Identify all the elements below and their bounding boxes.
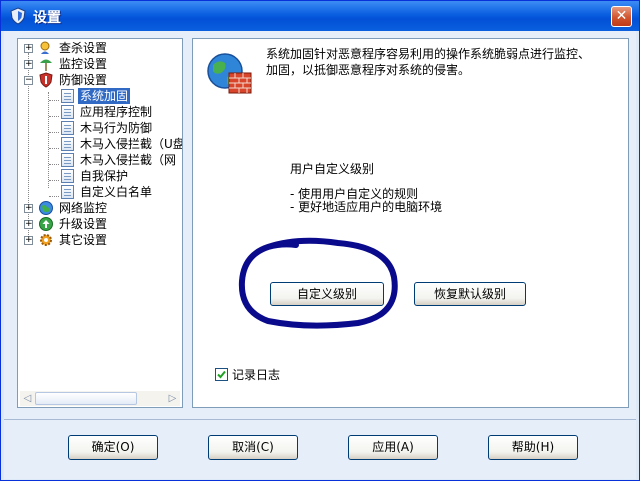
settings-window: 设置 ✕ + 查杀设置 + 监控设置 − 防御设置 系统加固 应用程序控制 木马… bbox=[0, 0, 640, 481]
level-title: 用户自定义级别 bbox=[290, 162, 375, 176]
dialog-body: + 查杀设置 + 监控设置 − 防御设置 系统加固 应用程序控制 木马行为防御 … bbox=[4, 31, 636, 479]
tree-item-trojan-behavior[interactable]: 木马行为防御 bbox=[18, 120, 182, 136]
settings-tree[interactable]: + 查杀设置 + 监控设置 − 防御设置 系统加固 应用程序控制 木马行为防御 … bbox=[17, 38, 183, 408]
tree-item-label: 升级设置 bbox=[59, 217, 108, 231]
collapse-icon[interactable]: − bbox=[24, 76, 33, 85]
ok-button[interactable]: 确定(O) bbox=[68, 435, 158, 460]
title-bar[interactable]: 设置 ✕ bbox=[1, 1, 639, 31]
other-settings-icon bbox=[40, 234, 52, 246]
level-bullet: - 更好地适应用户的电脑环境 bbox=[290, 200, 443, 214]
scroll-right-icon[interactable]: ▷ bbox=[165, 391, 180, 406]
expand-icon[interactable]: + bbox=[24, 204, 33, 213]
expand-icon[interactable]: + bbox=[24, 44, 33, 53]
expand-icon[interactable]: + bbox=[24, 60, 33, 69]
firewall-globe-icon bbox=[207, 53, 252, 94]
page-icon bbox=[61, 185, 74, 199]
custom-level-button[interactable]: 自定义级别 bbox=[270, 282, 384, 306]
settings-content-panel: 系统加固针对恶意程序容易利用的操作系统脆弱点进行监控、加固，以抵御恶意程序对系统… bbox=[192, 38, 629, 408]
tree-item-monitor[interactable]: + 监控设置 bbox=[18, 56, 182, 72]
tree-item-label: 查杀设置 bbox=[59, 41, 108, 55]
tree-item-network[interactable]: + 网络监控 bbox=[18, 200, 182, 216]
app-shield-icon bbox=[10, 7, 26, 25]
tree-item-label: 自定义白名单 bbox=[80, 185, 153, 199]
page-icon bbox=[61, 105, 74, 119]
tree-item-label: 其它设置 bbox=[59, 233, 108, 247]
tree-item-label: 监控设置 bbox=[59, 57, 108, 71]
help-button[interactable]: 帮助(H) bbox=[488, 435, 578, 460]
tree-item-whitelist[interactable]: 自定义白名单 bbox=[18, 184, 182, 200]
tree-item-label: 木马入侵拦截（网 bbox=[80, 153, 177, 167]
page-icon bbox=[61, 137, 74, 151]
horizontal-scrollbar[interactable]: ◁ ▷ bbox=[20, 391, 180, 406]
restore-default-button[interactable]: 恢复默认级别 bbox=[414, 282, 526, 306]
tree-item-system-hardening[interactable]: 系统加固 bbox=[18, 88, 182, 104]
update-icon bbox=[39, 217, 53, 231]
page-icon bbox=[61, 121, 74, 135]
close-icon: ✕ bbox=[615, 8, 628, 24]
tree-item-trojan-net[interactable]: 木马入侵拦截（网 bbox=[18, 152, 182, 168]
cancel-button[interactable]: 取消(C) bbox=[208, 435, 298, 460]
footer-separator bbox=[4, 419, 636, 420]
page-icon bbox=[61, 89, 74, 103]
network-icon bbox=[39, 201, 53, 215]
tree-item-defense[interactable]: − 防御设置 bbox=[18, 72, 182, 88]
window-title: 设置 bbox=[33, 10, 61, 26]
close-button[interactable]: ✕ bbox=[611, 6, 632, 27]
expand-icon[interactable]: + bbox=[24, 236, 33, 245]
tree-item-other[interactable]: + 其它设置 bbox=[18, 232, 182, 248]
scroll-left-icon[interactable]: ◁ bbox=[20, 391, 35, 406]
scroll-thumb[interactable] bbox=[35, 392, 137, 405]
tree-item-self-protect[interactable]: 自我保护 bbox=[18, 168, 182, 184]
tree-item-label: 自我保护 bbox=[80, 169, 129, 183]
tree-item-trojan-usb[interactable]: 木马入侵拦截（U盘 bbox=[18, 136, 182, 152]
tree-item-app-control[interactable]: 应用程序控制 bbox=[18, 104, 182, 120]
tree-item-label: 木马入侵拦截（U盘 bbox=[80, 137, 182, 151]
tree-item-label: 木马行为防御 bbox=[80, 121, 153, 135]
log-checkbox[interactable] bbox=[215, 368, 228, 381]
tree-item-label: 网络监控 bbox=[59, 201, 108, 215]
apply-button[interactable]: 应用(A) bbox=[348, 435, 438, 460]
log-checkbox-label[interactable]: 记录日志 bbox=[232, 366, 280, 383]
checkmark-icon bbox=[217, 370, 226, 379]
tree-item-scan[interactable]: + 查杀设置 bbox=[18, 40, 182, 56]
tree-item-label: 系统加固 bbox=[78, 88, 131, 104]
expand-icon[interactable]: + bbox=[24, 220, 33, 229]
feature-description: 系统加固针对恶意程序容易利用的操作系统脆弱点进行监控、加固，以抵御恶意程序对系统… bbox=[266, 47, 591, 77]
tree-item-label: 防御设置 bbox=[59, 73, 108, 87]
page-icon bbox=[61, 169, 74, 183]
tree-item-update[interactable]: + 升级设置 bbox=[18, 216, 182, 232]
tree-item-label: 应用程序控制 bbox=[80, 105, 153, 119]
scan-icon bbox=[40, 41, 50, 54]
page-icon bbox=[61, 153, 74, 167]
shield-icon bbox=[39, 72, 53, 88]
monitor-icon bbox=[40, 59, 52, 71]
